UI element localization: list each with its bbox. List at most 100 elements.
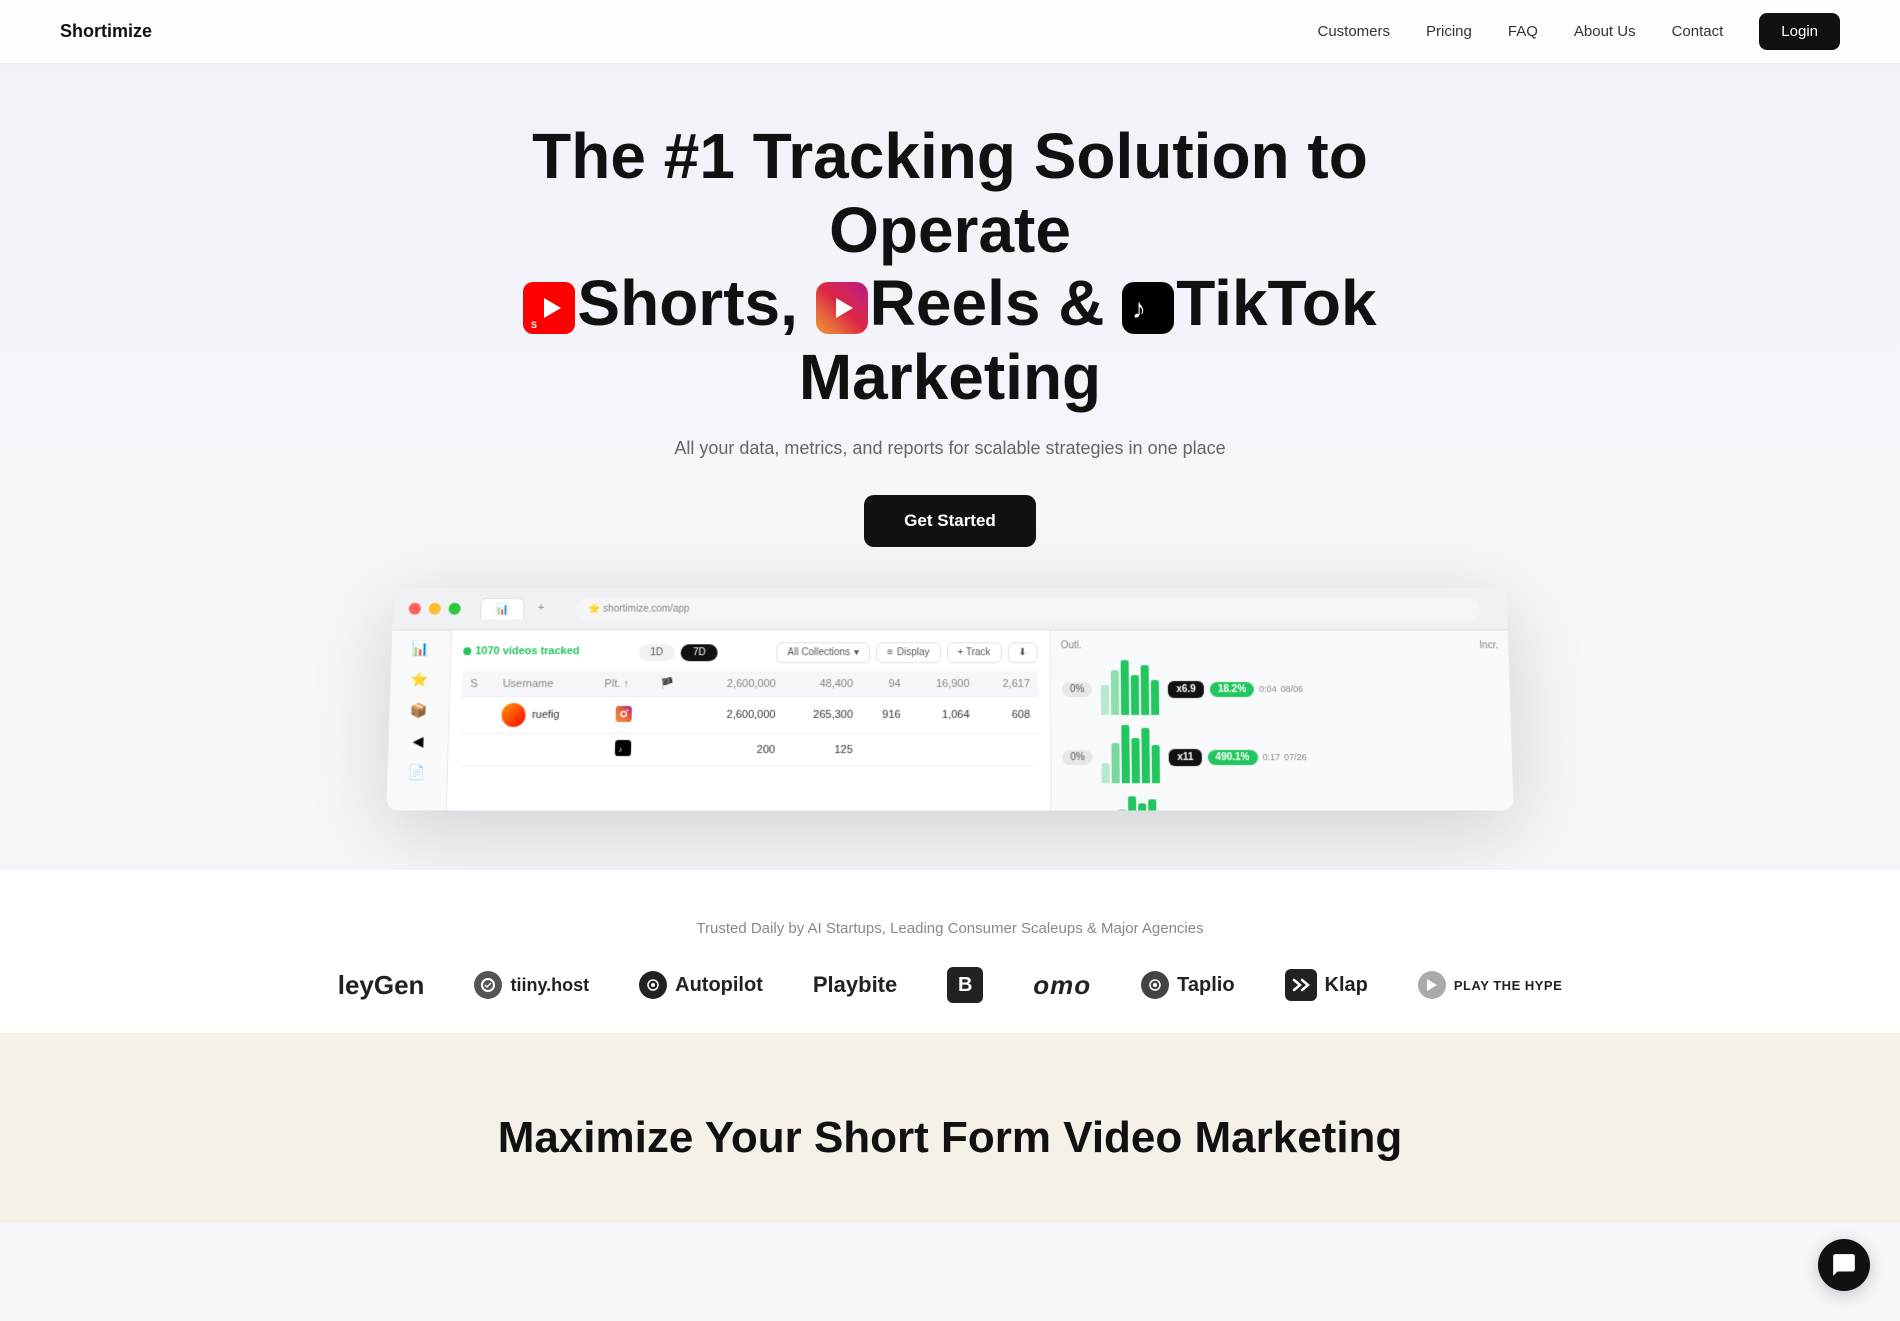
chat-bubble[interactable] [1818,1239,1870,1291]
hero-subtitle: All your data, metrics, and reports for … [0,438,1900,459]
url-bar: ⭐ shortimize.com/app [588,604,690,615]
dashboard-sidebar: 📊 ⭐ 📦 ◀ 📄 [386,631,452,811]
col-s: S [462,671,495,696]
cell-views2: 200 [693,734,784,766]
chart-incr-label: Incr. [1479,641,1498,652]
logo-autopilot: Autopilot [639,971,763,999]
sidebar-icon-1: 📊 [412,641,430,658]
taplio-icon [1141,971,1169,999]
col-videos: 94 [861,671,909,696]
track-btn[interactable]: + Track [947,643,1002,664]
browser-dot-green [448,603,460,615]
heygen-text: leyGen [338,970,425,1001]
chat-icon [1831,1252,1857,1278]
nav-pricing[interactable]: Pricing [1426,23,1472,40]
time-filters: 1D 7D [638,645,718,662]
logo-playthehype: PLAY THE HYPE [1418,971,1562,999]
chart-outl-label: Outl. [1061,641,1082,652]
cell-flag2 [651,734,693,766]
logo-klap: Klap [1285,969,1368,1001]
login-button[interactable]: Login [1759,13,1840,50]
cell-views: 2,600,000 [693,697,784,734]
bar-9 [1122,725,1131,783]
svg-text:♪: ♪ [1132,293,1146,324]
browser-tabs: 📊 + [480,598,556,620]
avatar-placeholder [502,703,527,727]
bar-11 [1142,728,1151,783]
collections-btn[interactable]: All Collections ▾ [776,643,870,664]
dashboard-main: 1070 videos tracked 1D 7D All Collection… [447,631,1051,811]
chart-row-1: 0% x6.9 18.2% 0:04 08/06 [1061,660,1501,720]
dashboard-header-controls: 1070 videos tracked 1D 7D All Collection… [463,643,1038,664]
bar-14 [1118,810,1126,811]
display-btn[interactable]: ≡ Display [876,643,941,664]
pct-gray-2: 0% [1062,750,1093,765]
nav-contact[interactable]: Contact [1672,23,1724,40]
sidebar-icon-5: 📄 [408,764,426,781]
pct-green-1: 18.2% [1210,682,1255,697]
cell-flag [652,697,694,734]
cell-empty5 [978,734,1039,766]
logo-b: B [947,967,983,1003]
chart-header: Outl. Incr. [1061,641,1499,652]
time-1d[interactable]: 1D [638,645,675,662]
nav-faq[interactable]: FAQ [1508,23,1538,40]
get-started-button[interactable]: Get Started [864,495,1036,547]
avatar [502,703,527,727]
cell-platform-instagram [596,697,653,734]
bar-3 [1121,661,1130,716]
dashboard-mockup: 📊 + ⭐ shortimize.com/app 📊 ⭐ 📦 ◀ 📄 [350,587,1550,810]
tracked-dot [463,647,471,655]
download-btn[interactable]: ⬇ [1007,643,1037,664]
dashboard-chart-area: Outl. Incr. 0% [1050,631,1514,811]
nav-links: Customers Pricing FAQ About Us Contact L… [1317,13,1840,50]
nav-logo[interactable]: Shortimize [60,21,152,42]
dashboard-screenshot: 📊 + ⭐ shortimize.com/app 📊 ⭐ 📦 ◀ 📄 [386,588,1513,810]
logo-taplio: Taplio [1141,971,1234,999]
nav-customers[interactable]: Customers [1317,23,1390,40]
hero-title: The #1 Tracking Solution to Operate S Sh… [500,120,1400,414]
playbite-text: Playbite [813,972,897,998]
tiinyhost-svg [480,977,496,993]
nav-about-us[interactable]: About Us [1574,23,1636,40]
dashboard-content: 📊 ⭐ 📦 ◀ 📄 1070 videos tracked 1D [386,631,1513,811]
klap-svg [1292,978,1310,992]
tiktok-icon: ♪ [1122,282,1174,334]
pct-gray-1: 0% [1062,682,1093,697]
instagram-icon [616,706,632,722]
chart-row-3: 13% x8.7 4% 0:18 07/21 [1062,796,1505,811]
browser-dot-red [409,603,421,615]
bar-15 [1128,797,1137,811]
time-7d[interactable]: 7D [681,645,718,662]
playthehype-text: PLAY THE HYPE [1454,978,1562,994]
browser-tab: 📊 [480,598,524,620]
pct-green-2: 490.1% [1207,750,1257,765]
bar-17 [1148,800,1157,811]
bottom-section: Maximize Your Short Form Video Marketing [0,1033,1900,1223]
chart-row-2: 0% x11 490.1% 0:17 07/26 [1061,727,1503,787]
mini-chart-3 [1104,796,1171,811]
cell-likes: 1,064 [909,697,978,734]
bar-16 [1138,804,1147,811]
autopilot-svg [645,977,661,993]
sidebar-icon-3: 📦 [410,702,428,719]
col-comments: 2,617 [978,671,1038,696]
navbar: Shortimize Customers Pricing FAQ About U… [0,0,1900,64]
svg-text:S: S [531,320,537,330]
cell-empty2 [460,734,493,766]
bar-1 [1101,685,1109,715]
col-platform: Plt. ↑ [596,671,653,696]
bar-5 [1141,666,1150,716]
cell-subs: 265,300 [783,697,861,734]
sidebar-icon-4: ◀ [413,733,424,750]
taplio-text: Taplio [1177,974,1234,997]
mult-2: x11 [1169,749,1201,766]
bar-4 [1131,675,1139,715]
tiinyhost-text: tiiny.host [510,975,589,996]
sidebar-icon-2: ⭐ [411,671,429,688]
col-likes: 16,900 [909,671,978,696]
klap-icon [1285,969,1317,1001]
date-2: 07/26 [1284,752,1307,762]
mini-chart-1 [1097,660,1164,720]
youtube-shorts-icon: S [523,282,575,334]
